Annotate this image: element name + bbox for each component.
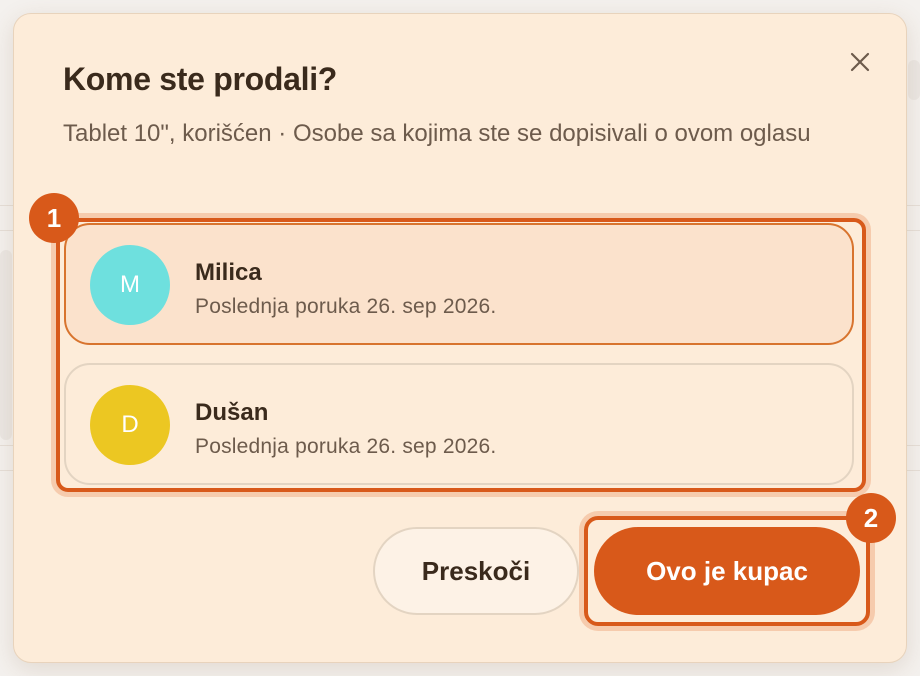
buyer-name: Dušan xyxy=(195,399,269,426)
close-button[interactable] xyxy=(848,50,872,74)
last-message-date: Poslednja poruka 26. sep 2026. xyxy=(195,295,497,318)
background-panel xyxy=(908,60,920,100)
step-marker-1: 1 xyxy=(29,193,79,243)
confirm-buyer-button[interactable]: Ovo je kupac xyxy=(594,527,860,615)
background-panel xyxy=(0,250,12,440)
avatar: D xyxy=(90,385,170,465)
close-icon xyxy=(850,52,870,72)
mark-sold-dialog: Kome ste prodali? Tablet 10", korišćen ·… xyxy=(13,13,907,663)
dialog-subtitle: Tablet 10", korišćen · Osobe sa kojima s… xyxy=(63,120,811,147)
last-message-date: Poslednja poruka 26. sep 2026. xyxy=(195,435,497,458)
avatar: M xyxy=(90,245,170,325)
dialog-title: Kome ste prodali? xyxy=(63,61,338,97)
buyer-option-milica[interactable]: M Milica Poslednja poruka 26. sep 2026. xyxy=(64,223,854,345)
buyer-option-dusan[interactable]: D Dušan Poslednja poruka 26. sep 2026. xyxy=(64,363,854,485)
buyer-name: Milica xyxy=(195,259,262,286)
skip-button[interactable]: Preskoči xyxy=(373,527,579,615)
step-marker-2: 2 xyxy=(846,493,896,543)
